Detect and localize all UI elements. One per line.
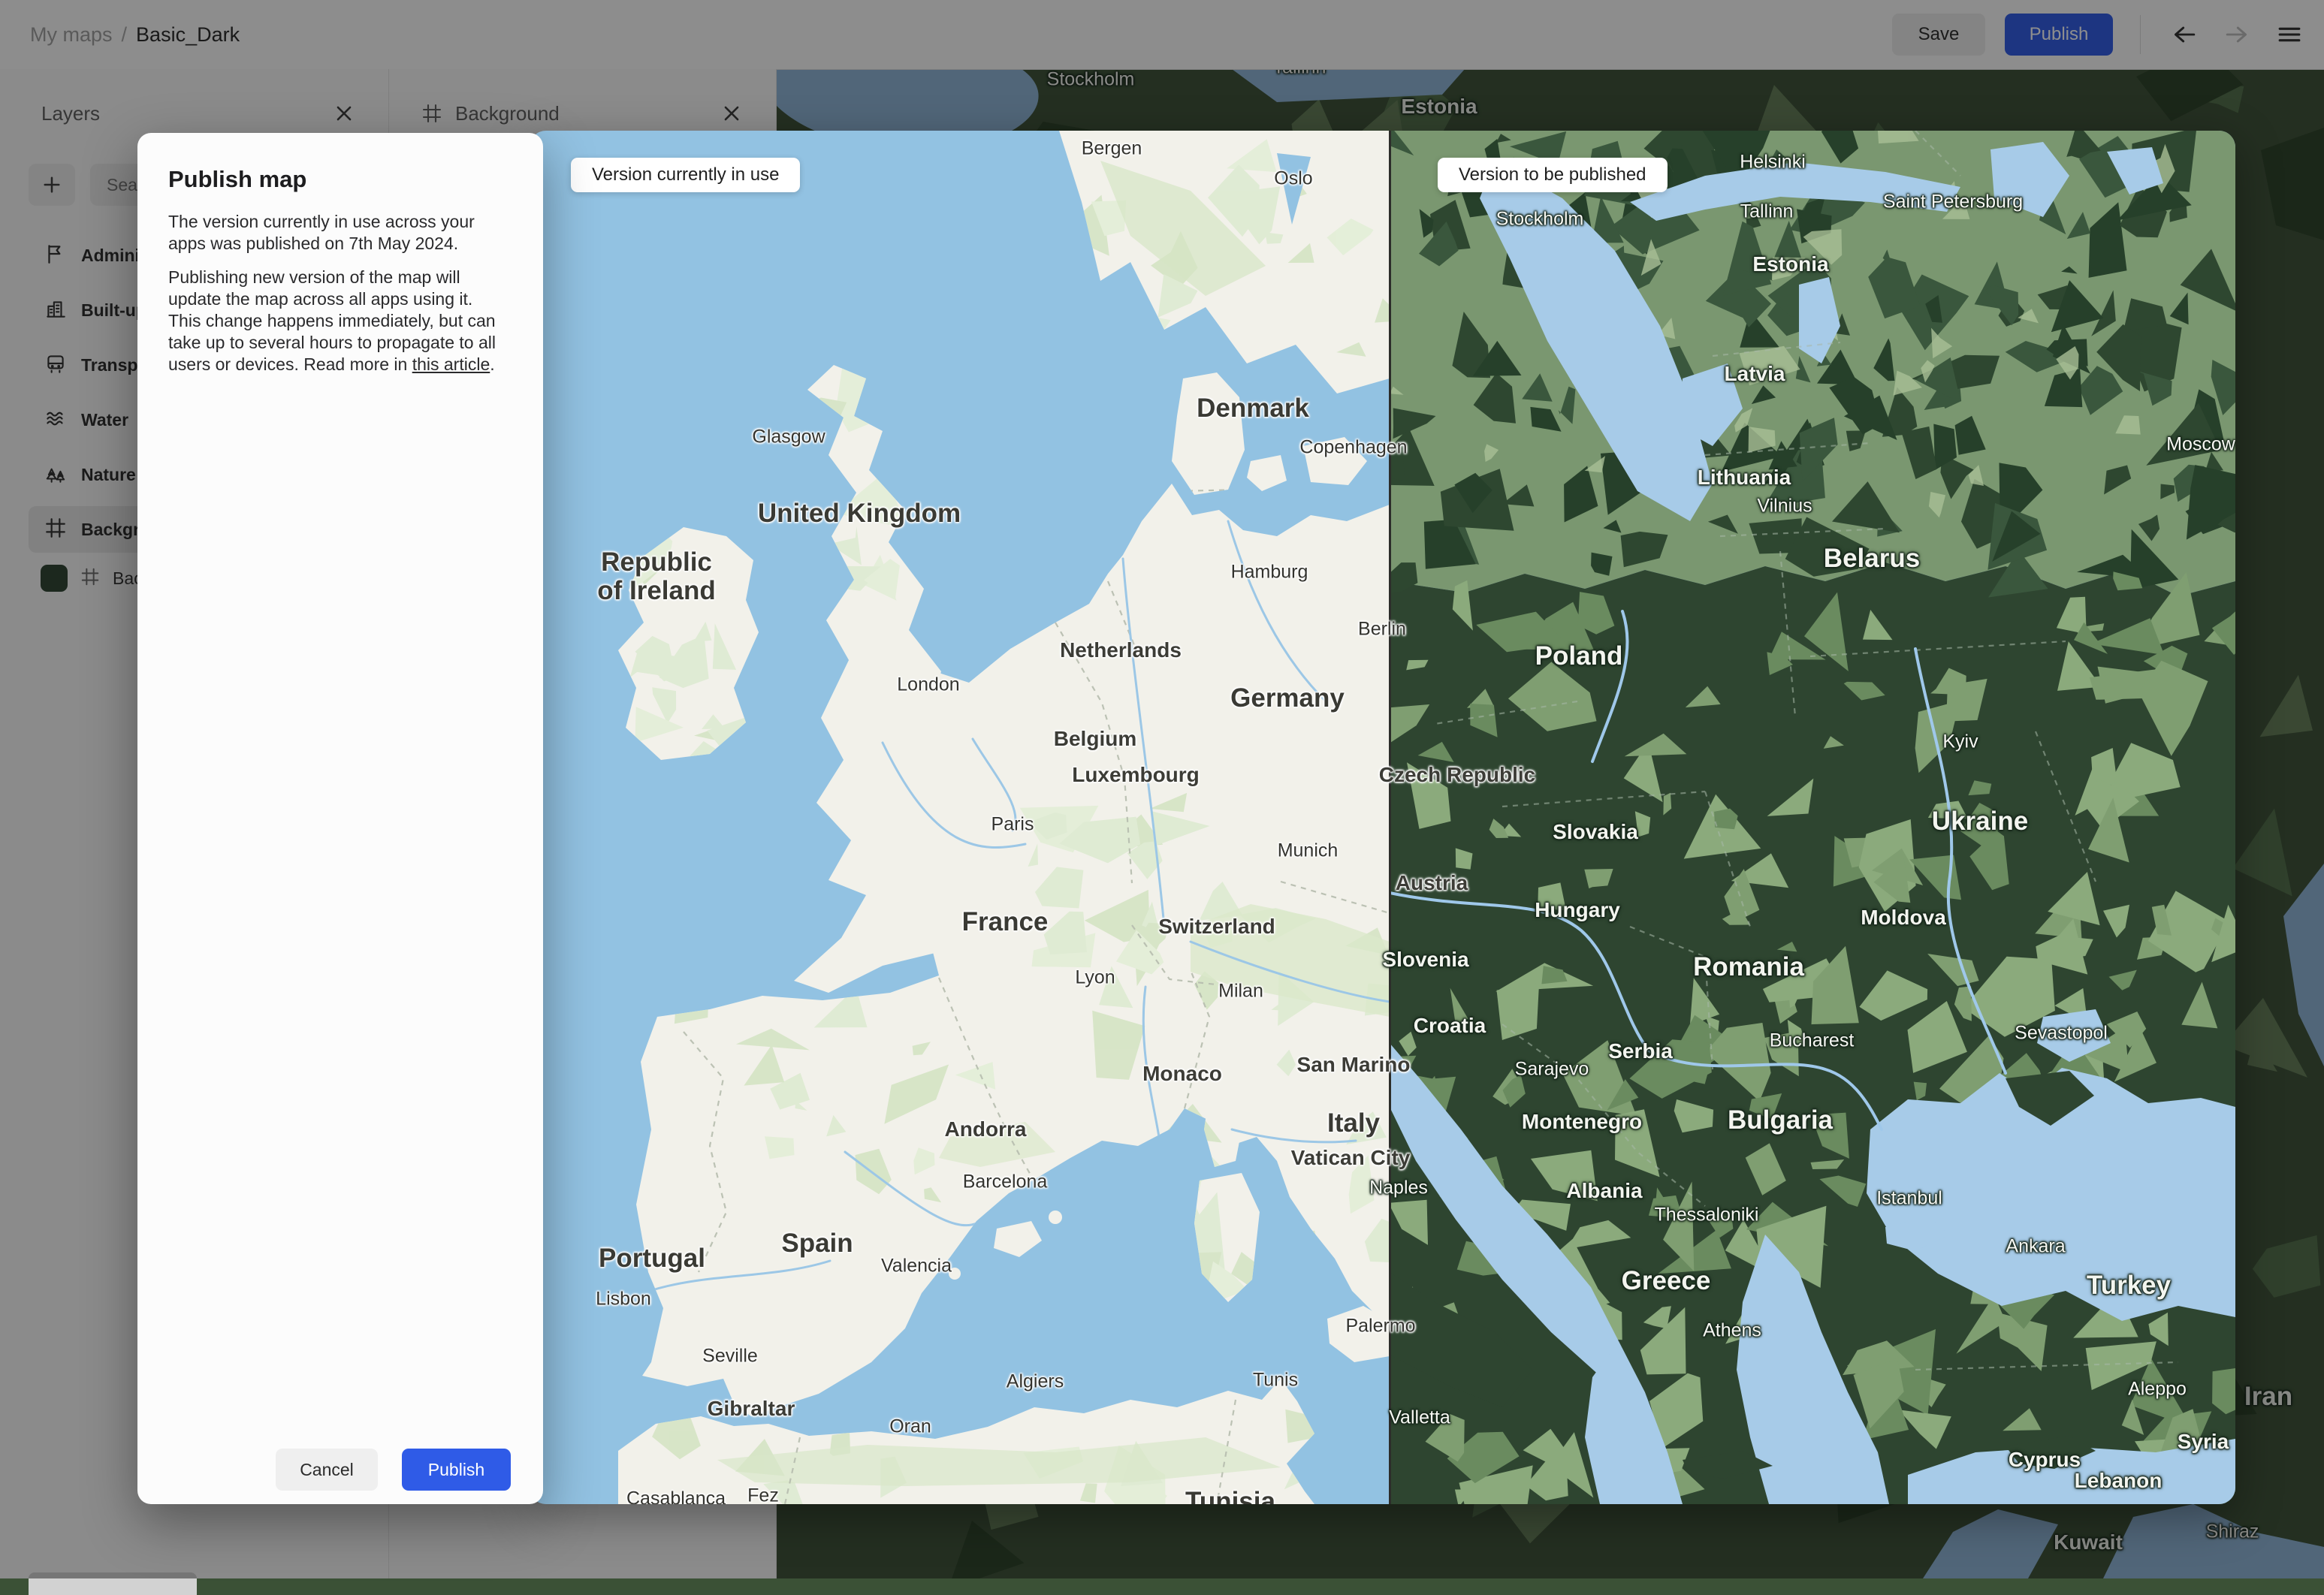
map-version-to-publish[interactable]	[1365, 131, 2235, 1504]
modal-title: Publish map	[168, 166, 307, 192]
modal-publish-button[interactable]: Publish	[402, 1449, 511, 1491]
dark-map-canvas	[1365, 131, 2235, 1504]
modal-paragraph-2: Publishing new version of the map will u…	[168, 267, 504, 375]
map-version-current[interactable]	[530, 131, 1390, 1504]
modal-paragraph-1: The version currently in use across your…	[168, 212, 475, 253]
version-current-chip: Version currently in use	[571, 158, 801, 192]
light-map-canvas	[530, 131, 1390, 1504]
version-compare-view: Bergen Oslo Glasgow United Kingdom Republic …	[530, 131, 2235, 1504]
this-article-link[interactable]: this article	[412, 354, 490, 374]
publish-map-modal: Publish map The version currently in use…	[137, 133, 543, 1504]
modal-actions: Cancel Publish	[276, 1449, 511, 1491]
compare-split-divider[interactable]	[1389, 131, 1391, 1504]
map-editor-app: { "top_bar": { "breadcrumb": { "root": "…	[0, 0, 2324, 1595]
modal-paragraph-2-suffix: .	[490, 354, 495, 374]
cancel-button[interactable]: Cancel	[276, 1449, 378, 1491]
version-published-chip: Version to be published	[1438, 158, 1668, 192]
